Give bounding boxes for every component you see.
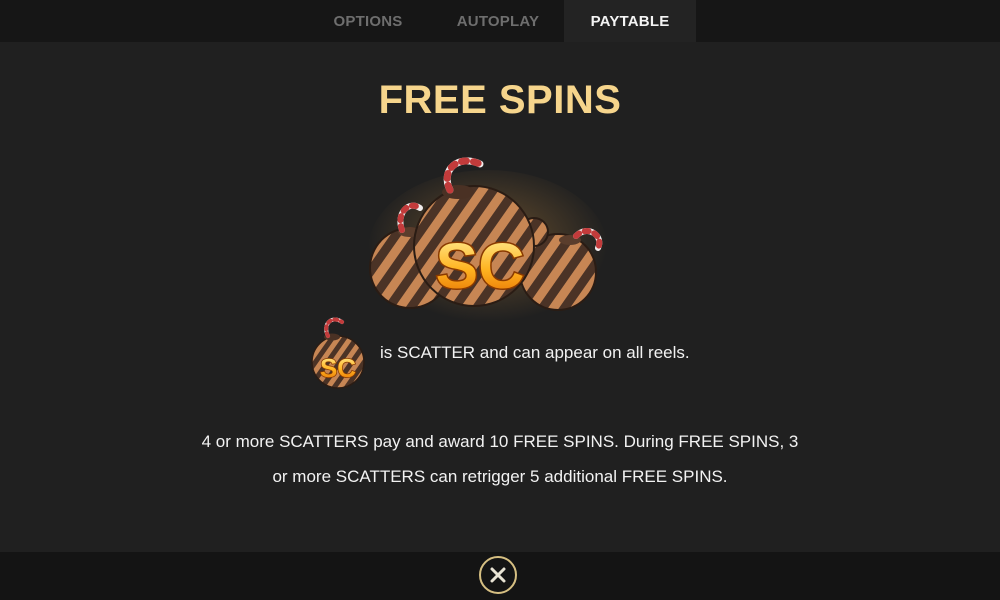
section-title: FREE SPINS xyxy=(378,78,622,122)
tab-options[interactable]: OPTIONS xyxy=(312,0,424,42)
tab-autoplay[interactable]: AUTOPLAY xyxy=(434,0,562,42)
scatter-ornament-icon: SC xyxy=(368,157,608,330)
scatter-symbol-small: SC xyxy=(308,316,370,390)
description-line-1: 4 or more SCATTERS pay and award 10 FREE… xyxy=(201,432,799,451)
scatter-label-small: SC xyxy=(320,353,356,383)
scatter-info-row: SC is SCATTER and can appear on all reel… xyxy=(308,316,690,390)
tab-paytable[interactable]: PAYTABLE xyxy=(564,0,696,42)
close-button[interactable] xyxy=(479,556,517,594)
scatter-symbol-large: SC xyxy=(362,150,614,330)
tab-bar: OPTIONS AUTOPLAY PAYTABLE xyxy=(0,0,1000,42)
description-line-2: or more SCATTERS can retrigger 5 additio… xyxy=(272,467,728,486)
free-spins-description: 4 or more SCATTERS pay and award 10 FREE… xyxy=(150,424,850,494)
scatter-ornament-icon: SC xyxy=(311,317,365,389)
paytable-screen: OPTIONS AUTOPLAY PAYTABLE FREE SPINS SC … xyxy=(0,0,1000,600)
close-icon xyxy=(490,567,506,583)
scatter-label: SC xyxy=(436,230,525,302)
scatter-description: is SCATTER and can appear on all reels. xyxy=(380,343,690,362)
